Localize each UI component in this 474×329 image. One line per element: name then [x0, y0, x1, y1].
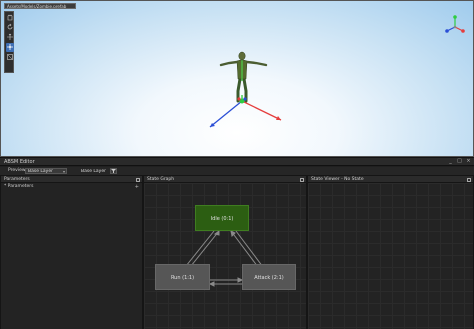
panel-maximize-icon[interactable] [136, 177, 140, 182]
panel-maximize-icon[interactable] [467, 177, 471, 182]
filter-icon [111, 169, 116, 173]
close-button[interactable]: × [466, 159, 471, 164]
state-node-idle[interactable]: Idle (0:1) [195, 205, 249, 231]
maximize-button[interactable]: □ [457, 159, 462, 164]
transform-tool-icon[interactable] [6, 43, 14, 52]
parameters-row-label: * Parameters [4, 184, 34, 189]
editor-title: ABSM Editor [4, 159, 35, 165]
viewport-toolbar [4, 11, 14, 73]
parameters-panel: Parameters * Parameters + [0, 175, 143, 329]
state-viewer-canvas[interactable] [308, 183, 473, 329]
add-parameter-button[interactable]: + [135, 184, 139, 190]
state-graph-title: State Graph [147, 177, 175, 182]
state-viewer-panel: State Viewer - No State [307, 175, 474, 329]
chevron-down-icon: ▾ [62, 168, 65, 174]
absm-editor: ABSM Editor _ □ × Preview Base Layer ▾ B… [0, 157, 474, 329]
scene-viewport[interactable]: Assets/Models/Zombie.prefab [0, 0, 474, 157]
hand-tool-icon[interactable] [6, 13, 14, 22]
panel-maximize-icon[interactable] [300, 177, 304, 182]
move-tool-icon[interactable] [6, 33, 14, 42]
state-node-run[interactable]: Run (1:1) [155, 264, 210, 290]
state-graph-canvas[interactable]: Idle (0:1) Run (1:1) Attack (2:1) [144, 183, 306, 329]
parameters-title: Parameters [4, 177, 30, 182]
layer-name-field[interactable]: Base Layer [78, 168, 108, 175]
parameters-row[interactable]: * Parameters + [1, 184, 142, 190]
preview-toggle[interactable]: Preview [8, 168, 26, 173]
state-node-label: Run (1:1) [170, 275, 195, 281]
state-graph-panel: State Graph Idle (0:1) Run (1:1) Attack … [143, 175, 307, 329]
editor-toolbar: Preview Base Layer ▾ Base Layer [0, 167, 474, 175]
rotate-view-tool-icon[interactable] [6, 23, 14, 32]
state-node-label: Attack (2:1) [254, 275, 284, 281]
arrow-head [208, 281, 215, 287]
layer-name-value: Base Layer [81, 168, 106, 174]
layer-dropdown-value: Base Layer [28, 168, 53, 174]
state-viewer-title: State Viewer - No State [311, 177, 364, 182]
filter-button[interactable] [110, 168, 117, 174]
viewport-tab[interactable]: Assets/Models/Zombie.prefab [4, 3, 76, 9]
rect-tool-icon[interactable] [6, 53, 14, 62]
layer-dropdown[interactable]: Base Layer ▾ [25, 167, 67, 174]
character-model[interactable] [196, 41, 291, 136]
state-node-label: Idle (0:1) [210, 216, 234, 222]
minimize-button[interactable]: _ [448, 159, 453, 164]
orientation-gizmo-icon[interactable] [441, 13, 469, 41]
state-node-attack[interactable]: Attack (2:1) [242, 264, 296, 290]
editor-titlebar: ABSM Editor _ □ × [0, 158, 474, 166]
